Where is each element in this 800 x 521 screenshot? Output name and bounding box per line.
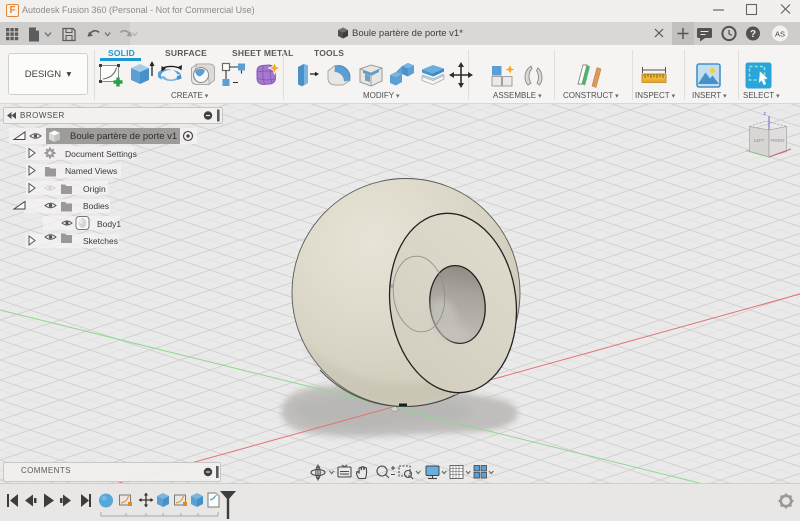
svg-text:AS: AS — [775, 30, 785, 39]
svg-text:LEFT: LEFT — [754, 138, 765, 143]
svg-text:?: ? — [750, 29, 756, 40]
svg-text:FRONT: FRONT — [771, 138, 786, 143]
